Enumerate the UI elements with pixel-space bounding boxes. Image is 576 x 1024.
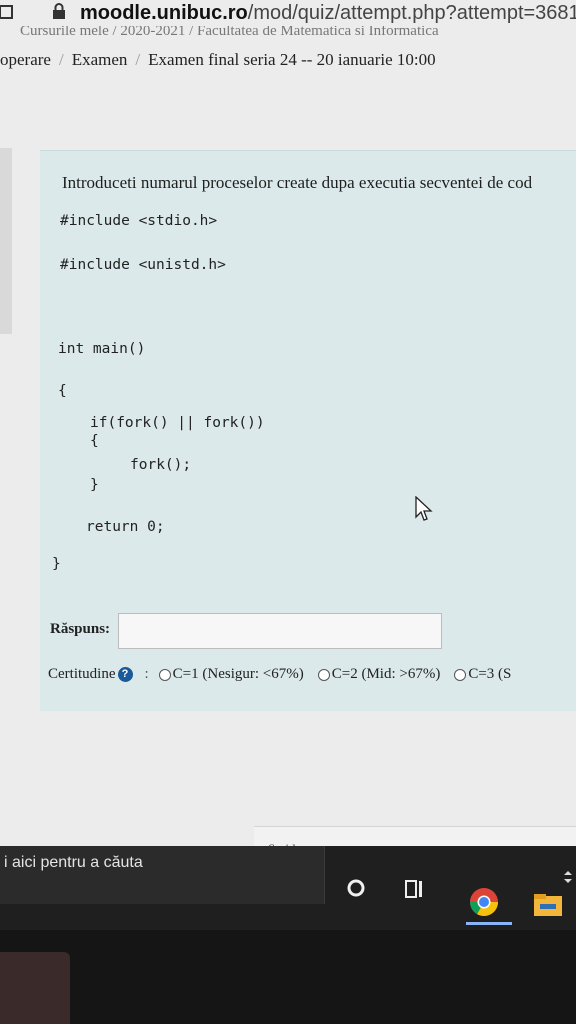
url-text[interactable]: moodle.unibuc.ro/mod/quiz/attempt.php?at… [80, 2, 576, 25]
code-line: int main() [58, 341, 146, 357]
breadcrumb-separator: / [135, 50, 141, 69]
monitor-bezel [0, 930, 576, 1024]
cortana-circle-icon[interactable] [346, 878, 366, 898]
question-prompt: Introduceti numarul proceselor create du… [62, 173, 533, 192]
option-label: C=2 (Mid: >67%) [331, 666, 441, 682]
breadcrumb-item-operare[interactable]: operare [0, 50, 51, 69]
option-label: C=1 (Nesigur: <67%) [172, 666, 304, 682]
active-app-indicator [466, 922, 512, 925]
radio-button[interactable] [454, 668, 467, 681]
certitude-option-2[interactable]: C=2 (Mid: >67%) [317, 666, 441, 683]
code-line: } [52, 556, 61, 572]
question-box: Introduceti numarul proceselor create du… [40, 150, 576, 711]
mouse-pointer-icon [415, 496, 433, 521]
option-label: C=3 (S [468, 666, 512, 682]
scroll-arrows-icon [564, 871, 572, 883]
certitude-label: Certitudine [48, 666, 116, 682]
answer-input[interactable] [118, 613, 442, 649]
taskbar-search-box[interactable]: i aici pentru a căuta [0, 846, 325, 904]
question-circle-icon[interactable]: ? [117, 667, 133, 682]
windows-taskbar: i aici pentru a căuta [0, 846, 576, 930]
question-info-panel [0, 148, 12, 334]
taskbar-search-placeholder: i aici pentru a căuta [4, 854, 143, 871]
url-path: /mod/quiz/attempt.php?attempt=3681 [247, 2, 576, 24]
background-object [0, 952, 70, 1024]
code-line: if(fork() || fork()) [90, 415, 265, 431]
certitude-option-3[interactable]: C=3 (S [454, 666, 511, 683]
browser-screen: moodle.unibuc.ro/mod/quiz/attempt.php?at… [0, 0, 576, 940]
breadcrumb-item-examen[interactable]: Examen [72, 50, 128, 69]
certitude-row: Certitudine ? : C=1 (Nesigur: <67%) C=2 … [48, 666, 525, 683]
code-line: } [90, 477, 99, 493]
url-host: moodle.unibuc.ro [80, 2, 248, 24]
radio-button[interactable] [158, 668, 171, 681]
answer-label: Răspuns: [50, 621, 111, 637]
code-line: #include <stdio.h> [60, 213, 218, 229]
code-line: return 0; [86, 519, 165, 535]
code-line: fork(); [130, 457, 192, 473]
course-breadcrumb-partial[interactable]: Cursurile mele / 2020-2021 / Facultatea … [20, 26, 439, 40]
certitude-option-1[interactable]: C=1 (Nesigur: <67%) [158, 666, 304, 683]
breadcrumb-item-exam-final[interactable]: Examen final seria 24 -- 20 ianuarie 10:… [148, 50, 435, 69]
address-bar[interactable]: moodle.unibuc.ro/mod/quiz/attempt.php?at… [0, 0, 576, 26]
code-line: #include <unistd.h> [60, 257, 226, 273]
breadcrumb: operare / Examen / Examen final seria 24 -- … [0, 50, 436, 70]
task-view-icon[interactable] [404, 878, 428, 900]
code-line: { [58, 383, 67, 399]
radio-button[interactable] [317, 668, 330, 681]
colon-separator: : [144, 666, 149, 682]
file-explorer-icon[interactable] [532, 892, 564, 918]
chrome-icon[interactable] [468, 886, 500, 918]
code-line: { [90, 433, 99, 449]
lock-icon [53, 3, 65, 19]
tab-icon [0, 5, 13, 19]
breadcrumb-separator: / [58, 50, 64, 69]
